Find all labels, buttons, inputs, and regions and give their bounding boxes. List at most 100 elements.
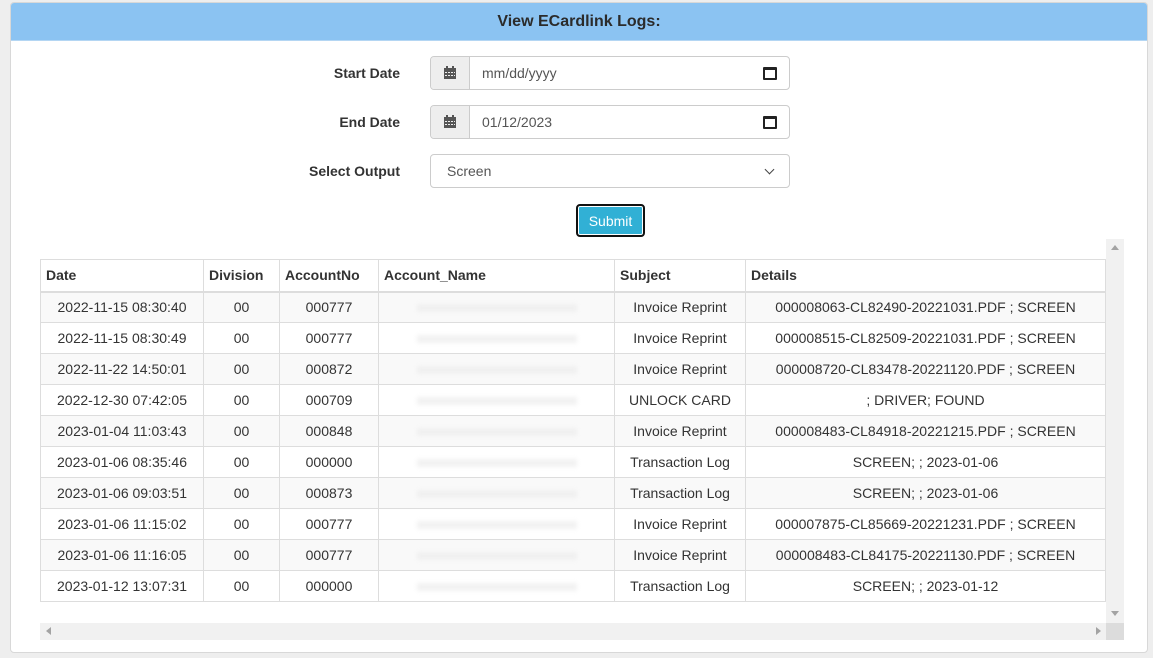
cell-division: 00 — [203, 477, 280, 509]
cell-account-no: 000848 — [279, 415, 379, 447]
output-selected-value: Screen — [447, 163, 492, 179]
column-header-subject[interactable]: Subject — [614, 259, 746, 293]
cell-subject: Invoice Reprint — [614, 353, 746, 385]
logs-panel: View ECardlink Logs: Start Date mm/dd/yy… — [10, 2, 1148, 653]
cell-account-name — [378, 384, 615, 416]
end-date-input[interactable]: 01/12/2023 — [470, 106, 789, 138]
redacted-account-name — [416, 459, 577, 467]
cell-account-name — [378, 291, 615, 323]
cell-subject: Invoice Reprint — [614, 539, 746, 571]
cell-division: 00 — [203, 384, 280, 416]
scrollbar-corner — [1106, 623, 1124, 640]
cell-account-name — [378, 446, 615, 478]
cell-date: 2022-11-15 08:30:49 — [40, 322, 204, 354]
scroll-down-icon[interactable] — [1111, 611, 1119, 616]
cell-subject: Invoice Reprint — [614, 322, 746, 354]
cell-date: 2023-01-06 11:15:02 — [40, 508, 204, 540]
start-date-row: Start Date — [230, 56, 400, 90]
cell-account-no: 000872 — [279, 353, 379, 385]
redacted-account-name — [416, 521, 577, 529]
chevron-down-icon — [764, 164, 775, 174]
table-row[interactable]: 2023-01-06 11:16:05 00 000777 Invoice Repri… — [40, 539, 1106, 571]
output-label: Select Output — [308, 163, 400, 179]
cell-division: 00 — [203, 415, 280, 447]
cell-details: 000008720-CL83478-20221120.PDF ; SCREEN — [745, 353, 1106, 385]
cell-account-no: 000000 — [279, 570, 379, 602]
cell-date: 2023-01-04 11:03:43 — [40, 415, 204, 447]
table-row[interactable]: 2022-11-15 08:30:49 00 000777 Invoice Repri… — [40, 322, 1106, 354]
table-row[interactable]: 2023-01-06 09:03:51 00 000873 Transaction L… — [40, 477, 1106, 509]
calendar-icon — [431, 106, 470, 138]
cell-division: 00 — [203, 322, 280, 354]
cell-subject: Invoice Reprint — [614, 508, 746, 540]
redacted-account-name — [416, 428, 577, 436]
redacted-account-name — [416, 366, 577, 374]
panel-title: View ECardlink Logs: — [11, 3, 1147, 41]
table-row[interactable]: 2023-01-06 08:35:46 00 000000 Transaction L… — [40, 446, 1106, 478]
cell-details: 000007875-CL85669-20221231.PDF ; SCREEN — [745, 508, 1106, 540]
redacted-account-name — [416, 490, 577, 498]
cell-account-no: 000000 — [279, 446, 379, 478]
redacted-account-name — [416, 583, 577, 591]
table-row[interactable]: 2023-01-12 13:07:31 00 000000 Transaction L… — [40, 570, 1106, 602]
cell-date: 2023-01-12 13:07:31 — [40, 570, 204, 602]
table-header-row: Date Division AccountNo Account_Name Sub… — [40, 259, 1106, 293]
date-picker-icon[interactable] — [763, 66, 777, 80]
cell-division: 00 — [203, 539, 280, 571]
scroll-up-icon[interactable] — [1111, 245, 1119, 250]
logs-table-container: Date Division AccountNo Account_Name Sub… — [40, 239, 1124, 640]
cell-division: 00 — [203, 508, 280, 540]
end-date-group: 01/12/2023 — [430, 105, 790, 139]
scroll-right-icon[interactable] — [1096, 627, 1101, 635]
horizontal-scrollbar[interactable] — [40, 623, 1106, 640]
cell-account-no: 000777 — [279, 291, 379, 323]
cell-division: 00 — [203, 353, 280, 385]
column-header-details[interactable]: Details — [745, 259, 1106, 293]
table-row[interactable]: 2022-11-22 14:50:01 00 000872 Invoice Repri… — [40, 353, 1106, 385]
cell-account-name — [378, 322, 615, 354]
scroll-left-icon[interactable] — [46, 627, 51, 635]
redacted-account-name — [416, 552, 577, 560]
column-header-account-name[interactable]: Account_Name — [378, 259, 615, 293]
cell-details: 000008483-CL84918-20221215.PDF ; SCREEN — [745, 415, 1106, 447]
cell-account-name — [378, 508, 615, 540]
cell-account-no: 000777 — [279, 322, 379, 354]
cell-details: SCREEN; ; 2023-01-12 — [745, 570, 1106, 602]
column-header-date[interactable]: Date — [40, 259, 204, 293]
output-row: Select Output — [230, 154, 400, 188]
cell-subject: Transaction Log — [614, 477, 746, 509]
cell-account-name — [378, 415, 615, 447]
date-picker-icon[interactable] — [763, 115, 777, 129]
cell-details: 000008063-CL82490-20221031.PDF ; SCREEN — [745, 291, 1106, 323]
end-date-label: End Date — [339, 114, 400, 130]
table-row[interactable]: 2023-01-04 11:03:43 00 000848 Invoice Repri… — [40, 415, 1106, 447]
table-row[interactable]: 2022-11-15 08:30:40 00 000777 Invoice Repri… — [40, 291, 1106, 323]
cell-division: 00 — [203, 291, 280, 323]
cell-account-no: 000777 — [279, 539, 379, 571]
redacted-account-name — [416, 397, 577, 405]
cell-subject: UNLOCK CARD — [614, 384, 746, 416]
cell-date: 2023-01-06 08:35:46 — [40, 446, 204, 478]
table-row[interactable]: 2022-12-30 07:42:05 00 000709 UNLOCK CARD; … — [40, 384, 1106, 416]
cell-subject: Transaction Log — [614, 446, 746, 478]
cell-date: 2022-11-22 14:50:01 — [40, 353, 204, 385]
cell-details: 000008483-CL84175-20221130.PDF ; SCREEN — [745, 539, 1106, 571]
table-row[interactable]: 2023-01-06 11:15:02 00 000777 Invoice Repri… — [40, 508, 1106, 540]
cell-date: 2023-01-06 09:03:51 — [40, 477, 204, 509]
column-header-account-no[interactable]: AccountNo — [279, 259, 379, 293]
cell-division: 00 — [203, 446, 280, 478]
cell-date: 2022-12-30 07:42:05 — [40, 384, 204, 416]
column-header-division[interactable]: Division — [203, 259, 280, 293]
start-date-group: mm/dd/yyyy — [430, 56, 790, 90]
cell-account-name — [378, 353, 615, 385]
start-date-input[interactable]: mm/dd/yyyy — [470, 57, 789, 89]
logs-table: Date Division AccountNo Account_Name Sub… — [40, 259, 1106, 602]
output-select[interactable]: Screen — [430, 154, 790, 188]
submit-button[interactable]: Submit — [576, 204, 645, 237]
redacted-account-name — [416, 304, 577, 313]
cell-subject: Invoice Reprint — [614, 415, 746, 447]
end-date-row: End Date — [230, 105, 400, 139]
calendar-icon — [431, 57, 470, 89]
cell-details: 000008515-CL82509-20221031.PDF ; SCREEN — [745, 322, 1106, 354]
vertical-scrollbar[interactable] — [1106, 239, 1124, 623]
